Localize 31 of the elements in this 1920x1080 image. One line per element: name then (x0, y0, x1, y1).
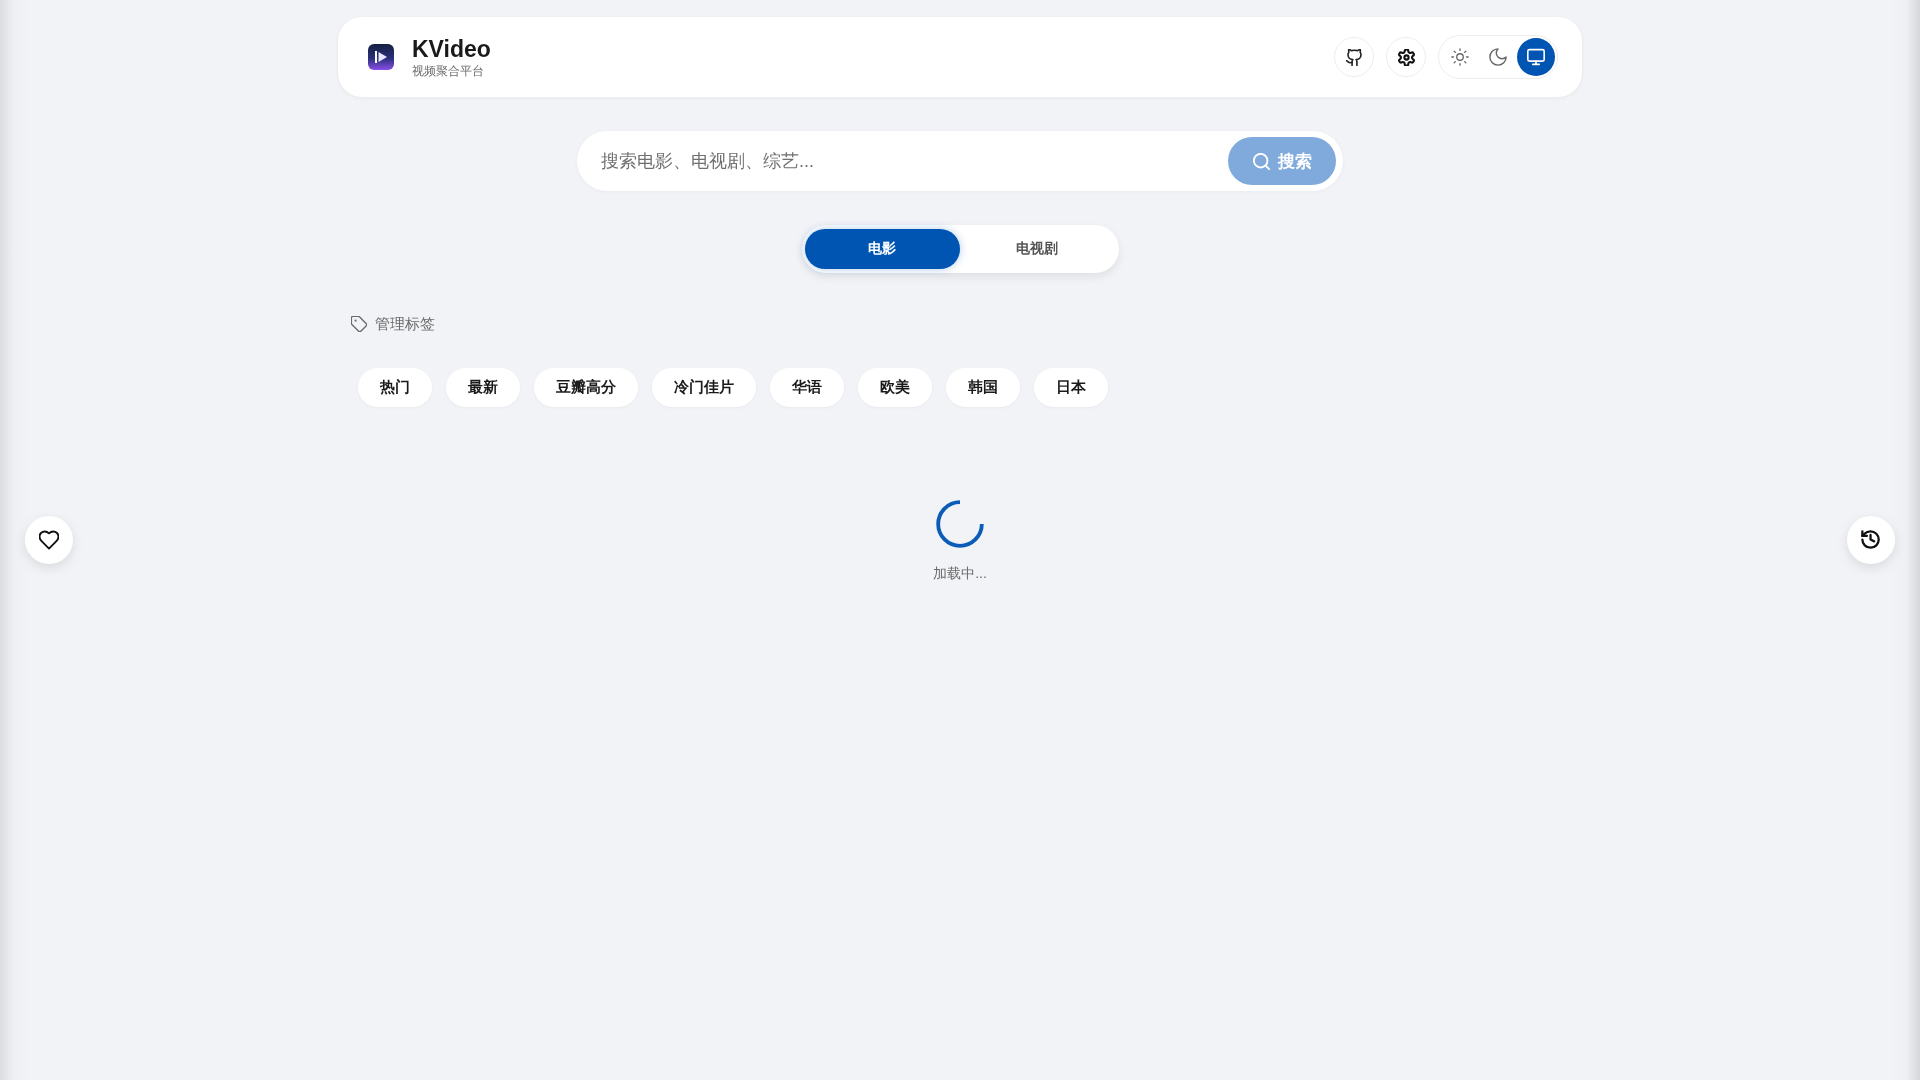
github-button[interactable] (1334, 37, 1374, 77)
manage-tags-link[interactable]: 管理标签 (351, 314, 435, 334)
logo-icon (368, 44, 394, 70)
system-theme-button[interactable] (1517, 38, 1555, 76)
heart-icon (39, 530, 59, 550)
monitor-icon (1527, 48, 1545, 66)
app-title: KVideo (412, 35, 491, 62)
category-tab[interactable]: 电影 (804, 229, 960, 269)
favorites-button[interactable] (25, 516, 73, 564)
tag-chip[interactable]: 豆瓣高分 (534, 368, 638, 407)
loading-text: 加载中... (933, 565, 987, 583)
settings-button[interactable] (1386, 37, 1426, 77)
moon-icon (1489, 48, 1507, 66)
sun-icon (1451, 48, 1469, 66)
tag-chip[interactable]: 冷门佳片 (652, 368, 756, 407)
history-icon (1861, 530, 1881, 550)
tag-chip[interactable]: 欧美 (858, 368, 932, 407)
tag-chip[interactable]: 最新 (446, 368, 520, 407)
tag-chip[interactable]: 日本 (1034, 368, 1108, 407)
search-input[interactable]: 搜索电影、电视剧、综艺... (601, 141, 1228, 181)
tag-chip[interactable]: 华语 (770, 368, 844, 407)
history-button[interactable] (1847, 516, 1895, 564)
spinner-icon (936, 500, 984, 548)
category-tab[interactable]: 电视剧 (959, 229, 1115, 269)
app-subtitle: 视频聚合平台 (412, 62, 485, 79)
tag-icon (351, 316, 367, 332)
settings-icon (1397, 48, 1415, 66)
search-icon (1252, 152, 1270, 170)
tag-chip[interactable]: 热门 (358, 368, 432, 407)
tag-chip[interactable]: 韩国 (946, 368, 1020, 407)
github-icon (1345, 48, 1363, 66)
